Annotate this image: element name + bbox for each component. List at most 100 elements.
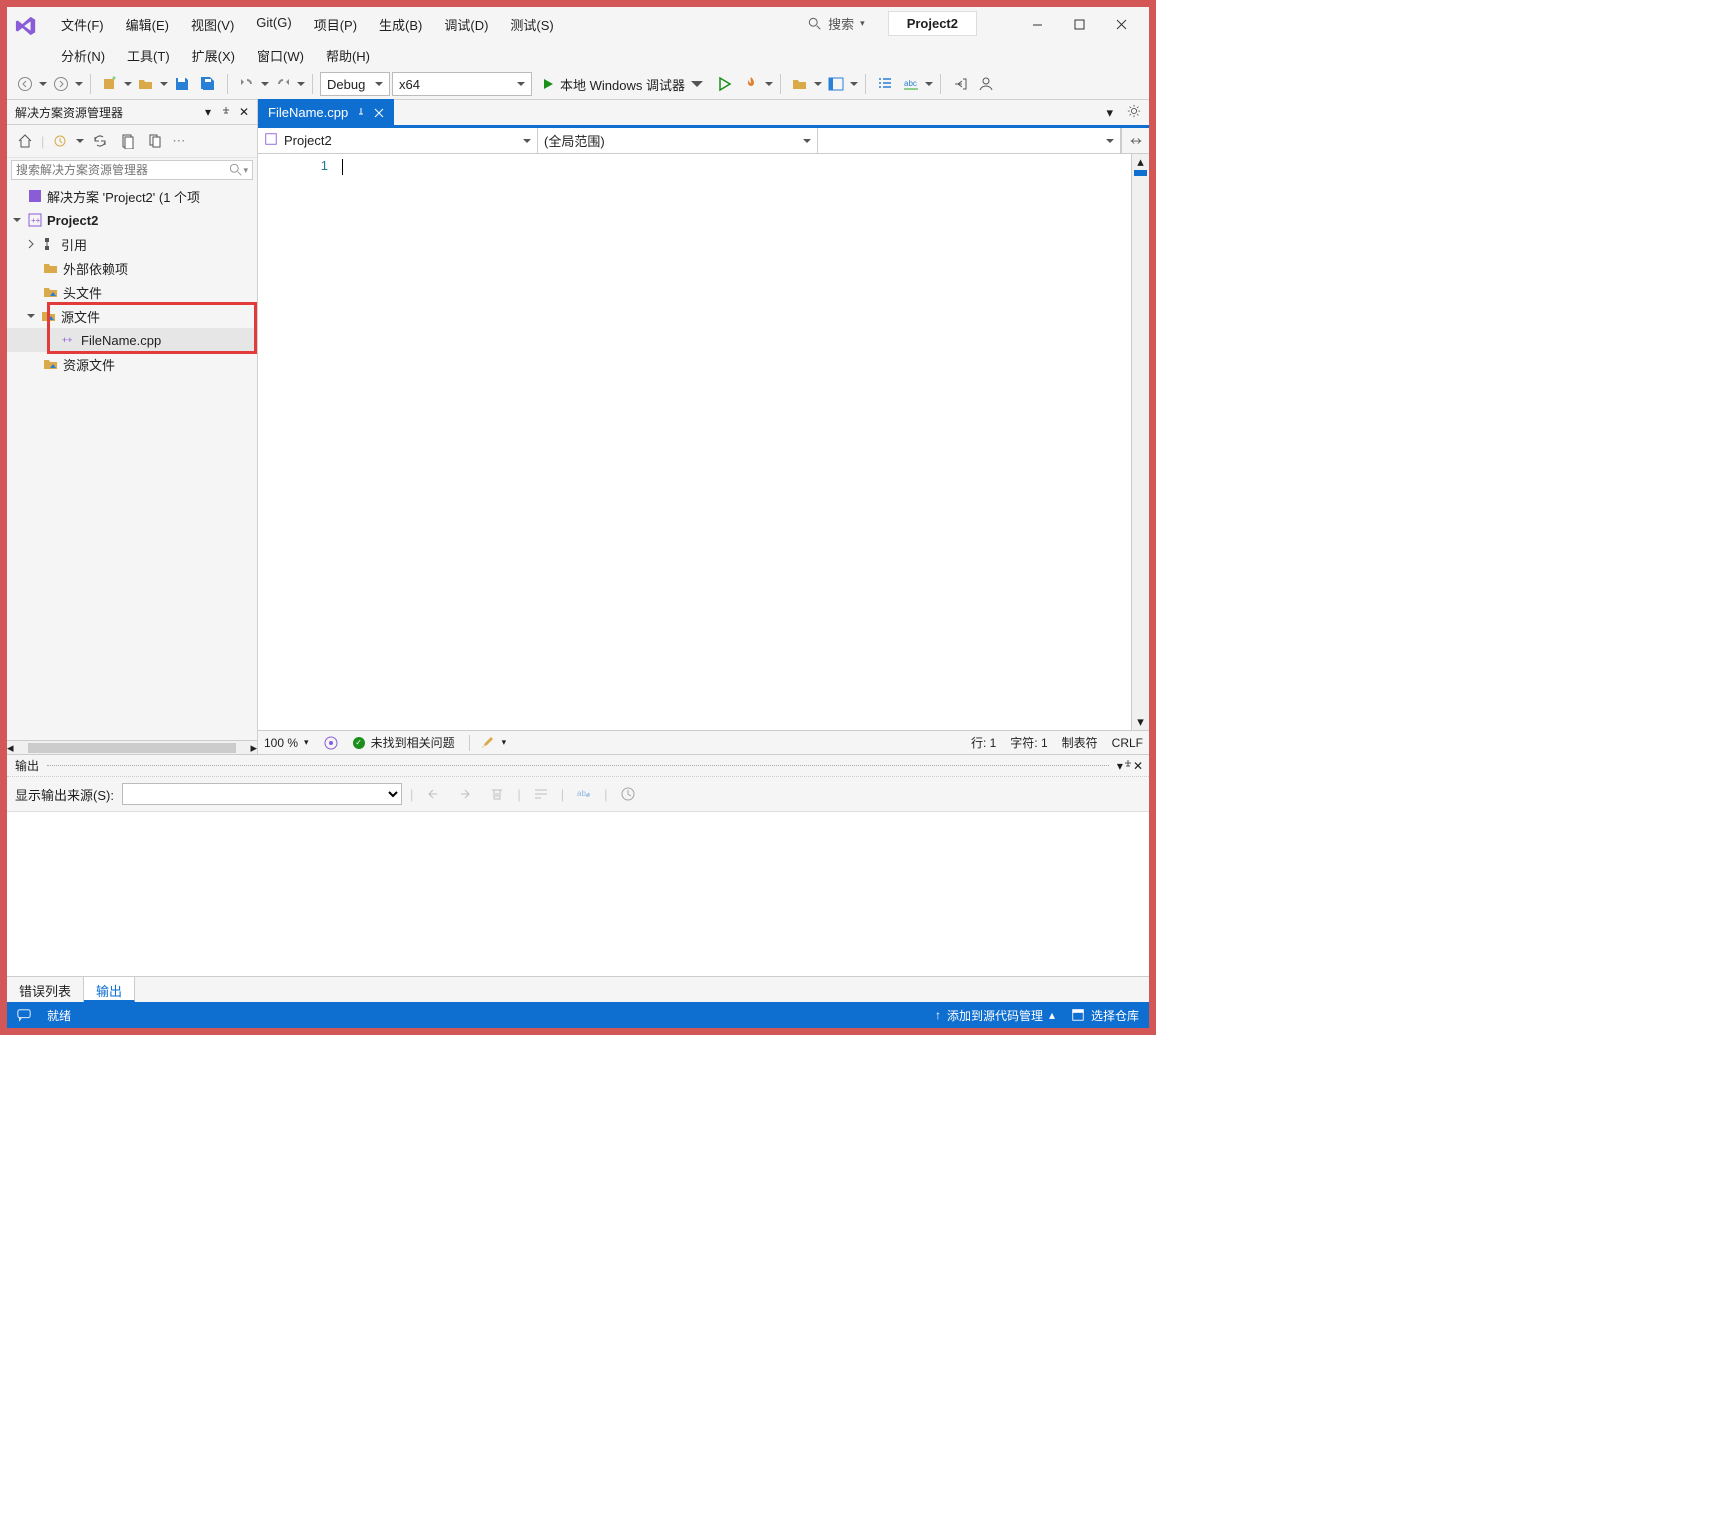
error-list-tab[interactable]: 错误列表 [7, 977, 84, 1002]
headers-node[interactable]: 头文件 [7, 280, 257, 304]
tab-settings-button[interactable] [1119, 104, 1149, 121]
chevron-down-icon[interactable] [814, 80, 822, 88]
platform-dropdown[interactable]: x64 [392, 72, 532, 96]
file-tab[interactable]: FileName.cpp [258, 99, 394, 127]
solution-search[interactable]: ▾ [11, 160, 253, 180]
menu-edit[interactable]: 编辑(E) [116, 11, 179, 38]
menu-project[interactable]: 项目(P) [304, 11, 367, 38]
nav-fwd-button[interactable] [49, 72, 73, 96]
wrap-button[interactable] [529, 782, 553, 806]
share-button[interactable] [948, 72, 972, 96]
timestamp-button[interactable] [616, 782, 640, 806]
panel-close-button[interactable]: ✕ [1133, 759, 1143, 773]
abc-button[interactable]: abc [899, 72, 923, 96]
menu-test[interactable]: 测试(S) [500, 11, 563, 38]
hot-reload-button[interactable] [739, 72, 763, 96]
chevron-down-icon[interactable] [124, 80, 132, 88]
close-button[interactable] [1101, 11, 1141, 37]
list-button[interactable] [873, 72, 897, 96]
save-all-button[interactable] [196, 72, 220, 96]
solution-search-input[interactable] [16, 163, 229, 177]
goto-next-button[interactable] [453, 782, 477, 806]
chevron-down-icon[interactable] [160, 80, 168, 88]
external-deps-node[interactable]: 外部依赖项 [7, 256, 257, 280]
collapse-icon[interactable] [25, 311, 37, 321]
menu-help[interactable]: 帮助(H) [316, 42, 380, 69]
code-editor[interactable] [338, 154, 1131, 730]
account-button[interactable] [974, 72, 998, 96]
menu-file[interactable]: 文件(F) [51, 11, 114, 38]
chevron-down-icon[interactable]: ▾ [243, 165, 248, 176]
chevron-down-icon[interactable] [75, 80, 83, 88]
tab-menu-button[interactable]: ▾ [1100, 105, 1119, 121]
menu-debug[interactable]: 调试(D) [434, 11, 498, 38]
chevron-down-icon[interactable] [297, 80, 305, 88]
v-scrollbar[interactable]: ▴ ▾ [1131, 154, 1149, 730]
select-repo[interactable]: 选择仓库 [1071, 1007, 1139, 1024]
home-button[interactable] [13, 129, 37, 153]
line-indicator[interactable]: 行: 1 [971, 734, 996, 751]
references-node[interactable]: 引用 [7, 232, 257, 256]
eol-indicator[interactable]: CRLF [1112, 736, 1143, 750]
nav-project-combo[interactable]: Project2 [258, 128, 538, 153]
solution-tree[interactable]: 解决方案 'Project2' (1 个项 ++ Project2 引用 外部依… [7, 182, 257, 740]
add-source-control[interactable]: ↑ 添加到源代码管理 ▴ [935, 1007, 1055, 1024]
menu-tools[interactable]: 工具(T) [117, 42, 180, 69]
redo-button[interactable] [271, 72, 295, 96]
panel-close-button[interactable]: ✕ [235, 103, 253, 121]
pin-icon[interactable] [1123, 759, 1133, 773]
sources-node[interactable]: 源文件 [7, 304, 257, 328]
goto-prev-button[interactable] [421, 782, 445, 806]
chevron-down-icon[interactable] [850, 80, 858, 88]
menu-view[interactable]: 视图(V) [181, 11, 244, 38]
nav-scope-combo[interactable]: (全局范围) [538, 128, 818, 153]
chevron-down-icon[interactable] [925, 80, 933, 88]
menu-git[interactable]: Git(G) [246, 11, 301, 38]
win-layout-button[interactable] [824, 72, 848, 96]
project-node[interactable]: ++ Project2 [7, 208, 257, 232]
minimize-button[interactable] [1017, 11, 1057, 37]
panel-menu-button[interactable]: ▾ [199, 103, 217, 121]
config-dropdown[interactable]: Debug [320, 72, 390, 96]
file-node[interactable]: ++ FileName.cpp [7, 328, 257, 352]
chevron-down-icon[interactable] [76, 137, 84, 145]
menu-analyze[interactable]: 分析(N) [51, 42, 115, 69]
close-tab-icon[interactable] [374, 108, 384, 118]
solution-node[interactable]: 解决方案 'Project2' (1 个项 [7, 184, 257, 208]
expand-icon[interactable] [25, 239, 37, 249]
chevron-down-icon[interactable] [261, 80, 269, 88]
start-debug-button[interactable]: 本地 Windows 调试器 [534, 72, 711, 96]
ab-button[interactable]: ab [572, 782, 596, 806]
pin-icon[interactable] [356, 108, 366, 118]
menu-build[interactable]: 生成(B) [369, 11, 432, 38]
issues-status[interactable]: 未找到相关问题 [353, 734, 455, 751]
search-box[interactable]: 搜索 ▾ [797, 11, 876, 36]
nav-back-button[interactable] [13, 72, 37, 96]
history-button[interactable] [48, 129, 72, 153]
doc-button[interactable] [116, 129, 140, 153]
output-tab[interactable]: 输出 [84, 977, 135, 1002]
clear-button[interactable] [485, 782, 509, 806]
folder-button[interactable] [788, 72, 812, 96]
h-scrollbar[interactable]: ◂▸ [7, 740, 257, 754]
chevron-down-icon[interactable] [39, 80, 47, 88]
sync-button[interactable] [88, 129, 112, 153]
output-source-select[interactable] [122, 783, 402, 805]
nav-member-combo[interactable] [818, 128, 1121, 153]
maximize-button[interactable] [1059, 11, 1099, 37]
undo-button[interactable] [235, 72, 259, 96]
open-button[interactable] [134, 72, 158, 96]
tabs-indicator[interactable]: 制表符 [1062, 734, 1098, 751]
menu-window[interactable]: 窗口(W) [247, 42, 314, 69]
zoom-dropdown[interactable]: 100 % ▾ [264, 736, 309, 750]
brush-button[interactable]: ▾ [469, 735, 507, 751]
save-button[interactable] [170, 72, 194, 96]
output-body[interactable] [7, 812, 1149, 976]
resources-node[interactable]: 资源文件 [7, 352, 257, 376]
chevron-down-icon[interactable] [765, 80, 773, 88]
menu-extensions[interactable]: 扩展(X) [182, 42, 245, 69]
comment-icon[interactable] [17, 1008, 31, 1022]
collapse-icon[interactable] [11, 215, 23, 225]
intellicode-button[interactable] [323, 735, 339, 751]
split-button[interactable] [1121, 128, 1149, 153]
